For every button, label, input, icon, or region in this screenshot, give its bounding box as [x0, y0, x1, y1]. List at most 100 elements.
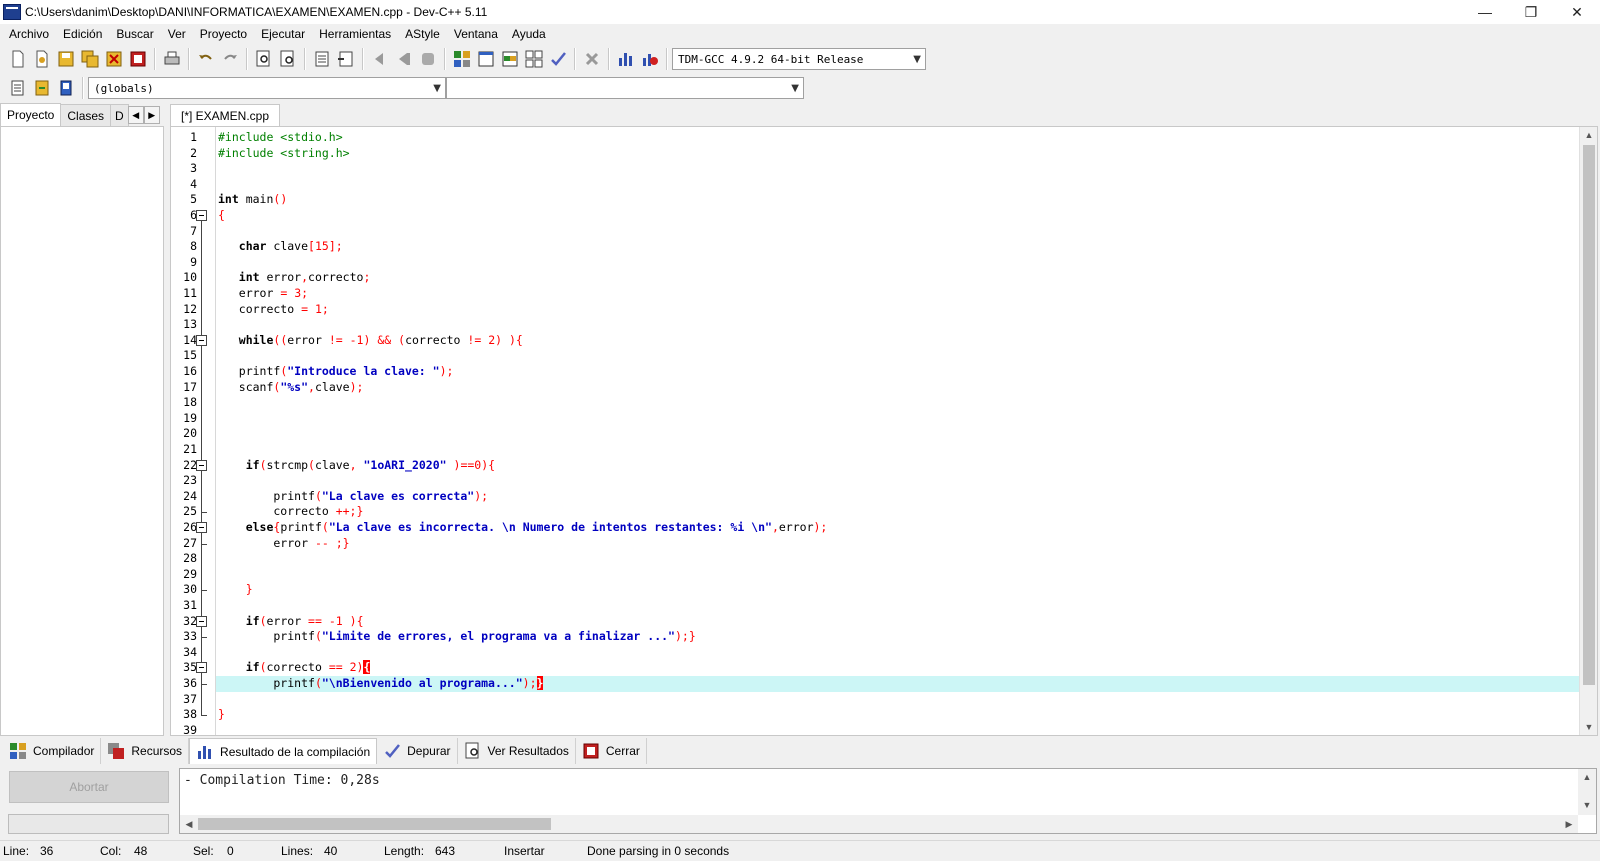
code-line[interactable] — [216, 411, 1579, 427]
code-line[interactable]: while((error != -1) && (correcto != 2) )… — [216, 333, 1579, 349]
tab-clases[interactable]: Clases — [60, 104, 112, 126]
code-line[interactable]: if(correcto == 2){ — [216, 660, 1579, 676]
code-line[interactable]: printf("Limite de errores, el programa v… — [216, 629, 1579, 645]
code-line[interactable]: char clave[15]; — [216, 239, 1579, 255]
close-file-icon[interactable] — [103, 48, 125, 70]
code-line[interactable] — [216, 348, 1579, 364]
tab-compilador[interactable]: Compilador — [3, 738, 102, 764]
code-line[interactable] — [216, 473, 1579, 489]
code-line[interactable]: printf("\nBienvenido al programa...");} — [216, 676, 1579, 692]
bookmark-next-icon[interactable] — [393, 48, 415, 70]
code-line[interactable]: error = 3; — [216, 286, 1579, 302]
code-line[interactable]: correcto = 1; — [216, 302, 1579, 318]
menu-ventana[interactable]: Ventana — [447, 24, 505, 44]
fold-toggle-icon[interactable] — [196, 459, 207, 471]
toggle-bookmark-icon[interactable] — [31, 77, 53, 99]
scroll-right-icon[interactable]: ▶ — [1560, 816, 1578, 832]
run-icon[interactable] — [475, 48, 497, 70]
menu-astyle[interactable]: AStyle — [398, 24, 447, 44]
fold-toggle-icon[interactable] — [196, 615, 207, 627]
tab-proyecto[interactable]: Proyecto — [0, 103, 62, 127]
compile-output[interactable]: - Compilation Time: 0,28s ▲ ▼ ◀ ▶ — [179, 768, 1597, 834]
scroll-up-icon[interactable]: ▲ — [1580, 127, 1597, 143]
code-line[interactable]: } — [216, 707, 1579, 723]
minimize-button[interactable]: — — [1462, 0, 1508, 24]
member-select[interactable]: ▼ — [446, 77, 804, 99]
code-line[interactable] — [216, 598, 1579, 614]
compile-run-icon[interactable] — [499, 48, 521, 70]
code-line[interactable] — [216, 692, 1579, 708]
tab-cerrar[interactable]: Cerrar — [576, 738, 647, 764]
code-line[interactable]: correcto ++;} — [216, 504, 1579, 520]
menu-ayuda[interactable]: Ayuda — [505, 24, 553, 44]
menu-buscar[interactable]: Buscar — [109, 24, 160, 44]
syntax-check-icon[interactable] — [547, 48, 569, 70]
code-line[interactable] — [216, 317, 1579, 333]
close-all-icon[interactable] — [127, 48, 149, 70]
code-line[interactable]: scanf("%s",clave); — [216, 380, 1579, 396]
fold-toggle-icon[interactable] — [196, 522, 207, 533]
indent-icon[interactable] — [311, 48, 333, 70]
tab-scroll-right-icon[interactable]: ▶ — [143, 106, 160, 124]
restore-button[interactable]: ❐ — [1508, 0, 1554, 24]
editor-vertical-scrollbar[interactable]: ▲ ▼ — [1579, 127, 1597, 735]
code-line[interactable] — [216, 224, 1579, 240]
menu-herramientas[interactable]: Herramientas — [312, 24, 398, 44]
undo-icon[interactable] — [195, 48, 217, 70]
abort-button[interactable]: Abortar — [9, 771, 169, 803]
code-line[interactable] — [216, 426, 1579, 442]
code-area[interactable]: #include <stdio.h> #include <string.h> int… — [215, 127, 1579, 735]
scroll-left-icon[interactable]: ◀ — [180, 816, 198, 832]
fold-toggle-icon[interactable] — [196, 334, 207, 346]
editor-scroll-thumb[interactable] — [1583, 145, 1595, 685]
stop-execution-icon[interactable] — [581, 48, 603, 70]
delete-profile-icon[interactable] — [639, 48, 661, 70]
tab-depurar-truncated[interactable]: D — [110, 104, 129, 126]
compile-icon[interactable] — [451, 48, 473, 70]
menu-archivo[interactable]: Archivo — [2, 24, 56, 44]
code-line[interactable]: if(strcmp(clave, "1oARI_2020" )==0){ — [216, 458, 1579, 474]
print-icon[interactable] — [161, 48, 183, 70]
find-icon[interactable] — [253, 48, 275, 70]
replace-icon[interactable] — [277, 48, 299, 70]
profile-chart-icon[interactable] — [615, 48, 637, 70]
menu-edicion[interactable]: Edición — [56, 24, 109, 44]
code-line[interactable]: printf("La clave es correcta"); — [216, 489, 1579, 505]
tab-recursos[interactable]: Recursos — [101, 738, 190, 764]
goto-bookmark-icon[interactable] — [55, 77, 77, 99]
code-editor[interactable]: 1 2 3 4 5 6 7 8 9 10 11 12 13 14 15 16 17 18 19 20 21 22 23 24 2… — [170, 126, 1598, 736]
tab-ver-resultados[interactable]: Ver Resultados — [458, 738, 576, 764]
code-line[interactable] — [216, 723, 1579, 735]
goto-line-icon[interactable] — [417, 48, 439, 70]
code-line[interactable]: int error,correcto; — [216, 270, 1579, 286]
scope-select[interactable]: (globals) ▼ — [88, 77, 446, 99]
code-line[interactable]: { — [216, 208, 1579, 224]
code-line[interactable]: } — [216, 582, 1579, 598]
compiler-select[interactable]: TDM-GCC 4.9.2 64-bit Release ▼ — [672, 48, 926, 70]
code-line[interactable]: int main() — [216, 192, 1579, 208]
code-line[interactable]: printf("Introduce la clave: "); — [216, 364, 1579, 380]
tab-scroll-left-icon[interactable]: ◀ — [127, 106, 144, 124]
code-line[interactable]: if(error == -1 ){ — [216, 614, 1579, 630]
save-icon[interactable] — [55, 48, 77, 70]
code-line[interactable]: #include <stdio.h> — [216, 130, 1579, 146]
tab-depurar[interactable]: Depurar — [377, 738, 458, 764]
menu-ejecutar[interactable]: Ejecutar — [254, 24, 312, 44]
output-vertical-scrollbar[interactable]: ▲ ▼ — [1578, 769, 1596, 815]
tab-resultado-compilacion[interactable]: Resultado de la compilación — [189, 738, 378, 764]
rebuild-icon[interactable] — [523, 48, 545, 70]
code-line[interactable] — [216, 551, 1579, 567]
insert-icon[interactable] — [7, 77, 29, 99]
output-scroll-thumb[interactable] — [198, 818, 551, 830]
fold-toggle-icon[interactable] — [196, 210, 207, 221]
code-line[interactable]: error -- ;} — [216, 536, 1579, 552]
redo-icon[interactable] — [219, 48, 241, 70]
code-line[interactable] — [216, 395, 1579, 411]
scroll-down-icon[interactable]: ▼ — [1578, 797, 1596, 813]
editor-tab-examen[interactable]: [*] EXAMEN.cpp — [170, 104, 281, 127]
code-line[interactable] — [216, 645, 1579, 661]
output-horizontal-scrollbar[interactable]: ◀ ▶ — [180, 815, 1578, 833]
new-file-icon[interactable] — [7, 48, 29, 70]
scroll-down-icon[interactable]: ▼ — [1580, 719, 1597, 735]
save-all-icon[interactable] — [79, 48, 101, 70]
